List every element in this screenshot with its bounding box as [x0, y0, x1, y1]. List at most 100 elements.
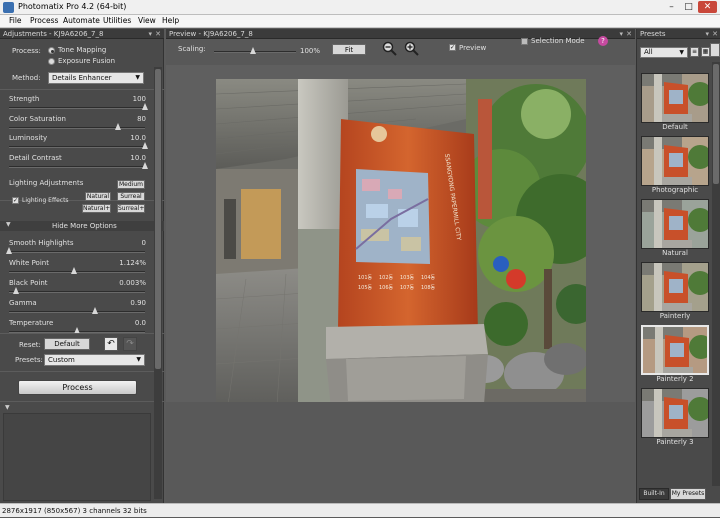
lighting-medium-button[interactable]: Medium — [117, 180, 145, 189]
preset-label: Painterly 3 — [656, 438, 694, 446]
preset-thumbnail[interactable] — [641, 73, 709, 123]
main-slider-track[interactable] — [9, 107, 145, 109]
tab-built-in[interactable]: Built-In — [639, 488, 669, 500]
presets-title: Presets — [640, 30, 666, 38]
panel-scrollbar[interactable] — [154, 67, 162, 499]
lighting-title: Lighting Adjustments — [9, 179, 84, 187]
main-slider-value: 80 — [137, 114, 146, 123]
redo-icon[interactable]: ↷ — [123, 337, 137, 351]
map-legend-text: 105동 — [358, 285, 373, 291]
lighting-effects-label: Lighting Effects — [22, 197, 69, 204]
main-slider-track[interactable] — [9, 165, 145, 168]
zoom-in-icon[interactable] — [404, 41, 420, 57]
method-value: Details Enhancer — [52, 74, 112, 82]
main-slider-value: 10.0 — [130, 153, 146, 162]
scrollbar-thumb[interactable] — [713, 64, 719, 184]
lighting-effects-checkbox[interactable]: ✓ — [12, 197, 19, 204]
scroll-up-button[interactable] — [710, 43, 720, 57]
map-legend-text: 102동 — [379, 275, 394, 281]
close-button[interactable]: ✕ — [698, 1, 717, 13]
tab-my-presets[interactable]: My Presets — [670, 488, 706, 500]
grid-view-icon[interactable]: ▦ — [701, 47, 710, 57]
divider — [0, 401, 164, 402]
exposure-fusion-radio[interactable] — [48, 58, 55, 65]
lighting-surreal-button[interactable]: Surreal — [117, 192, 145, 201]
scaling-label: Scaling: — [178, 45, 206, 53]
minimize-button[interactable]: – — [664, 1, 679, 13]
preview-image[interactable]: SSANGYONG PAPERMILL CITY 101동 102동 103동 … — [216, 79, 586, 419]
preset-thumbnail[interactable] — [641, 136, 709, 186]
preview-bottom-area — [166, 402, 635, 503]
expand-icon[interactable]: ▼ — [5, 404, 10, 411]
lighting-natural-plus-button[interactable]: Natural+ — [82, 204, 111, 213]
preset-thumbnail[interactable] — [641, 262, 709, 312]
menu-process[interactable]: Process — [30, 16, 58, 25]
app-icon — [3, 2, 14, 13]
adjustments-header: Adjustments - KJ9A6206_7_8 ▾ ✕ — [0, 29, 164, 39]
menu-help[interactable]: Help — [162, 16, 179, 25]
lighting-surreal-plus-button[interactable]: Surreal+ — [117, 204, 145, 213]
map-legend-text: 106동 — [379, 285, 394, 291]
preset-thumbnail[interactable] — [641, 388, 709, 438]
maximize-button[interactable]: □ — [681, 1, 696, 13]
main-slider-thumb[interactable] — [115, 122, 121, 130]
more-slider-label: Black Point — [9, 279, 48, 287]
reset-default-button[interactable]: Default — [44, 338, 90, 350]
close-panel-icon[interactable]: ✕ — [626, 29, 632, 39]
selection-mode-label: Selection Mode — [531, 37, 585, 45]
map-legend-text: 108동 — [421, 285, 436, 291]
method-select[interactable]: Details Enhancer ▼ — [48, 72, 144, 84]
close-panel-icon[interactable]: ✕ — [155, 29, 161, 39]
title-bar: Photomatix Pro 4.2 (64-bit) – □ ✕ — [0, 0, 720, 15]
tone-mapping-radio[interactable] — [48, 47, 55, 54]
preset-thumbnail[interactable] — [641, 199, 709, 249]
lighting-natural-button[interactable]: Natural — [85, 192, 111, 201]
main-slider-label: Luminosity — [9, 134, 48, 142]
more-slider-track[interactable] — [9, 271, 145, 273]
undo-icon[interactable]: ↶ — [104, 337, 118, 351]
more-slider-thumb[interactable] — [92, 307, 98, 314]
main-slider-thumb[interactable] — [142, 161, 148, 169]
presets-panel: Presets ▾ ✕ All ▼ ≡ ▦ Default Photographi… — [636, 29, 720, 503]
process-button[interactable]: Process — [18, 380, 137, 395]
scrollbar-thumb[interactable] — [155, 69, 161, 369]
main-slider-thumb[interactable] — [142, 103, 148, 110]
menu-utilities[interactable]: Utilities — [103, 16, 131, 25]
more-slider-thumb[interactable] — [71, 267, 77, 274]
main-slider-track[interactable] — [9, 126, 145, 129]
presets-select[interactable]: Custom ▼ — [44, 354, 145, 366]
more-options-toggle[interactable]: ▼ Hide More Options — [0, 221, 164, 231]
more-slider-thumb[interactable] — [6, 247, 12, 254]
close-panel-icon[interactable]: ✕ — [712, 29, 718, 39]
more-slider-track[interactable] — [9, 311, 145, 313]
help-icon[interactable]: ? — [598, 36, 608, 46]
preset-thumbnail-image — [643, 327, 707, 373]
pin-icon[interactable]: ▾ — [619, 29, 623, 39]
more-slider-track[interactable] — [9, 291, 145, 293]
selection-mode-checkbox[interactable] — [521, 38, 528, 45]
preview-panel: Preview - KJ9A6206_7_8 ▾ ✕ Scaling: 100%… — [166, 29, 635, 503]
main-slider-thumb[interactable] — [142, 142, 148, 149]
list-view-icon[interactable]: ≡ — [690, 47, 699, 57]
fit-button[interactable]: Fit — [332, 44, 366, 55]
preset-filter-select[interactable]: All ▼ — [640, 47, 688, 58]
presets-scrollbar[interactable] — [712, 62, 720, 486]
preset-thumbnail-image — [642, 263, 708, 311]
pin-icon[interactable]: ▾ — [148, 29, 152, 39]
menu-file[interactable]: File — [9, 16, 22, 25]
menu-automate[interactable]: Automate — [63, 16, 100, 25]
more-slider-track[interactable] — [9, 251, 145, 253]
main-slider-track[interactable] — [9, 146, 145, 148]
presets-value: Custom — [48, 356, 75, 364]
scaling-slider-thumb[interactable] — [250, 47, 256, 54]
pin-icon[interactable]: ▾ — [705, 29, 709, 39]
preset-label: Default — [662, 123, 688, 131]
preset-thumbnail[interactable] — [641, 325, 709, 375]
process-label: Process: — [12, 47, 41, 55]
more-slider-thumb[interactable] — [13, 287, 19, 294]
menu-view[interactable]: View — [138, 16, 156, 25]
zoom-out-icon[interactable] — [382, 41, 398, 57]
map-legend-text: 101동 — [358, 275, 373, 281]
preview-checkbox[interactable]: ✓ — [449, 44, 456, 51]
divider — [0, 333, 164, 334]
